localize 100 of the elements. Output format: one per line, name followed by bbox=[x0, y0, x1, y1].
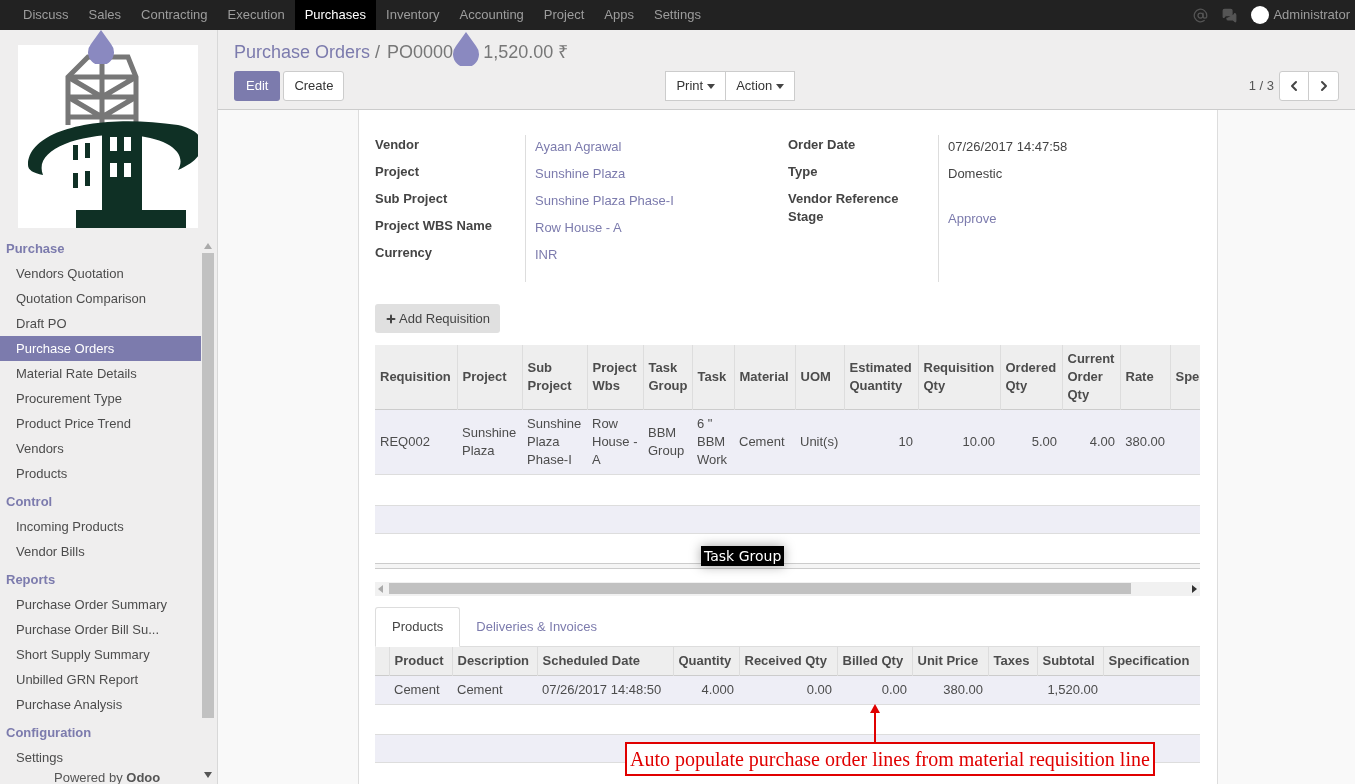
table-cell: Unit(s) bbox=[795, 409, 844, 474]
record-title: 1,520.00 ₹ bbox=[483, 40, 569, 64]
field-label: Vendor Reference bbox=[788, 190, 900, 207]
column-header[interactable]: Specification bbox=[1103, 646, 1200, 676]
column-header[interactable]: Project bbox=[457, 345, 522, 409]
column-header[interactable]: Scheduled Date bbox=[537, 646, 673, 676]
sidebar-item[interactable]: Purchase Order Summary bbox=[0, 592, 201, 617]
column-header[interactable]: Rate bbox=[1120, 345, 1170, 409]
scroll-up-arrow-icon[interactable] bbox=[203, 243, 212, 249]
section-header: Reports bbox=[5, 570, 57, 589]
edit-button[interactable]: Edit bbox=[234, 71, 281, 101]
scroll-left-arrow-icon[interactable] bbox=[378, 584, 383, 593]
scrollbar-thumb[interactable] bbox=[389, 583, 1131, 594]
mention-icon[interactable] bbox=[1193, 7, 1209, 23]
field-label: Project WBS Name bbox=[375, 217, 494, 235]
column-header[interactable]: Requisition Qty bbox=[918, 345, 1000, 409]
sidebar-item[interactable]: Vendors Quotation bbox=[0, 261, 201, 286]
column-header[interactable]: Requisition bbox=[375, 345, 457, 409]
menu-item[interactable]: Settings bbox=[643, 0, 711, 30]
menu-item[interactable]: Inventory bbox=[376, 0, 450, 30]
avatar-icon[interactable] bbox=[1251, 6, 1270, 24]
menu-item[interactable]: Accounting bbox=[449, 0, 534, 30]
tooltip: Task Group bbox=[701, 546, 785, 566]
menu-item[interactable]: Execution bbox=[217, 0, 295, 30]
column-header[interactable]: Received Qty bbox=[739, 646, 837, 676]
sidebar-item[interactable]: Settings bbox=[0, 745, 201, 770]
sidebar-item[interactable]: Purchase Orders bbox=[0, 336, 201, 361]
column-header[interactable]: Subtotal bbox=[1037, 646, 1103, 676]
sidebar-item[interactable]: Short Supply Summary bbox=[0, 642, 201, 667]
sidebar-item[interactable]: Quotation Comparison bbox=[0, 286, 201, 311]
scrollbar-thumb[interactable] bbox=[201, 253, 214, 718]
user-menu[interactable]: Administrator bbox=[1273, 5, 1350, 25]
field-value-link[interactable]: Sunshine Plaza bbox=[535, 166, 626, 181]
table-cell: 380.00 bbox=[1120, 409, 1170, 474]
breadcrumb-link[interactable]: Purchase Orders bbox=[234, 38, 371, 66]
field-label: Stage bbox=[788, 208, 825, 226]
pager-value: 1 / 3 bbox=[1248, 77, 1274, 96]
field-label: Type bbox=[788, 163, 819, 181]
menu-item[interactable]: Sales bbox=[78, 0, 132, 30]
row-handle[interactable] bbox=[375, 675, 389, 705]
column-header[interactable]: UOM bbox=[795, 345, 844, 409]
sidebar-item[interactable]: Vendor Bills bbox=[0, 539, 201, 564]
sidebar-item[interactable]: Draft PO bbox=[0, 311, 201, 336]
column-header[interactable]: Task Group bbox=[643, 345, 692, 409]
field-value-link[interactable]: Ayaan Agrawal bbox=[535, 139, 622, 154]
column-header[interactable]: Spe bbox=[1170, 345, 1200, 409]
column-header[interactable]: Current Order Qty bbox=[1062, 345, 1120, 409]
menu-item[interactable]: Discuss bbox=[13, 0, 79, 30]
field-label: Vendor bbox=[375, 136, 421, 154]
column-header[interactable]: Task bbox=[692, 345, 734, 409]
column-header[interactable]: Billed Qty bbox=[837, 646, 912, 676]
table-cell: 0.00 bbox=[837, 675, 912, 705]
column-header[interactable]: Product bbox=[389, 646, 452, 676]
chat-icon[interactable] bbox=[1222, 7, 1238, 23]
field-value-link[interactable]: Approve bbox=[948, 211, 997, 226]
previous-button[interactable] bbox=[1279, 71, 1309, 101]
scroll-down-arrow-icon[interactable] bbox=[203, 772, 212, 778]
field-value-link[interactable]: Sunshine Plaza Phase-I bbox=[535, 193, 674, 208]
sidebar-item[interactable]: Purchase Order Bill Su... bbox=[0, 617, 201, 642]
dropdown-button[interactable]: Action bbox=[725, 71, 796, 101]
menu-item[interactable]: Contracting bbox=[131, 0, 218, 30]
horizontal-scrollbar[interactable] bbox=[375, 581, 1200, 596]
tab[interactable]: Products bbox=[375, 606, 461, 647]
field-value-link[interactable]: INR bbox=[535, 247, 558, 262]
column-header[interactable]: Project Wbs bbox=[587, 345, 643, 409]
sidebar-item[interactable]: Purchase Analysis bbox=[0, 692, 201, 717]
column-header[interactable]: Estimated Quantity bbox=[844, 345, 918, 409]
sidebar-item[interactable]: Products bbox=[0, 461, 201, 486]
scroll-right-arrow-icon[interactable] bbox=[1192, 584, 1197, 593]
menu-item[interactable]: Apps bbox=[594, 0, 644, 30]
column-header[interactable]: Taxes bbox=[988, 646, 1037, 676]
table-cell: Cement bbox=[452, 675, 537, 705]
column-header[interactable]: Sub Project bbox=[522, 345, 587, 409]
field-value: Domestic bbox=[948, 166, 1003, 181]
sidebar-item[interactable]: Incoming Products bbox=[0, 514, 201, 539]
next-button[interactable] bbox=[1308, 71, 1339, 101]
arrow bbox=[870, 704, 880, 742]
sidebar-item[interactable]: Vendors bbox=[0, 436, 201, 461]
table-cell: Cement bbox=[734, 409, 795, 474]
menu-item[interactable]: Purchases bbox=[294, 0, 377, 30]
column-header[interactable]: Ordered Qty bbox=[1000, 345, 1062, 409]
droplet-icon bbox=[87, 30, 115, 64]
table-cell: 380.00 bbox=[912, 675, 988, 705]
column-header[interactable]: Material bbox=[734, 345, 795, 409]
sidebar-item[interactable]: Unbilled GRN Report bbox=[0, 667, 201, 692]
dropdown-button[interactable]: Print bbox=[665, 71, 727, 101]
add-requisition-button[interactable]: Add Requisition bbox=[375, 304, 501, 333]
column-header[interactable]: Quantity bbox=[673, 646, 739, 676]
field-label: Sub Project bbox=[375, 190, 449, 208]
sidebar-item[interactable]: Procurement Type bbox=[0, 386, 201, 411]
section-header: Purchase bbox=[5, 239, 66, 258]
sidebar-item[interactable]: Material Rate Details bbox=[0, 361, 201, 386]
field-value-link[interactable]: Row House - A bbox=[535, 220, 622, 235]
column-header[interactable]: Description bbox=[452, 646, 537, 676]
menu-item[interactable]: Project bbox=[533, 0, 595, 30]
tab[interactable]: Deliveries & Invoices bbox=[460, 606, 613, 647]
create-button[interactable]: Create bbox=[283, 71, 345, 101]
sidebar-item[interactable]: Product Price Trend bbox=[0, 411, 201, 436]
table-cell: Cement bbox=[389, 675, 452, 705]
column-header[interactable]: Unit Price bbox=[912, 646, 988, 676]
